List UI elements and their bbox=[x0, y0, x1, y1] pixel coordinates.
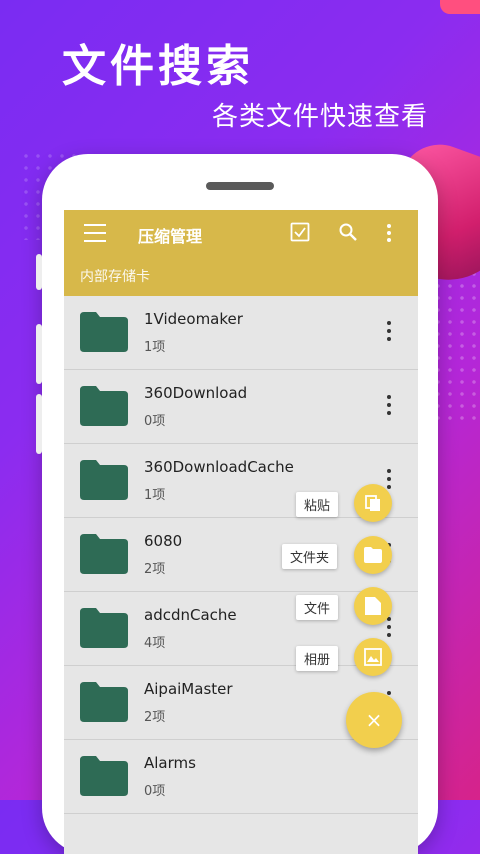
folder-icon bbox=[80, 386, 128, 426]
app-bar: 压缩管理 内部存储卡 bbox=[64, 210, 418, 296]
fab-close-button[interactable]: × bbox=[346, 692, 402, 748]
app-screen: 压缩管理 内部存储卡 1Videomaker 1项 360Download 0项… bbox=[64, 210, 418, 854]
file-name: adcdnCache bbox=[144, 606, 237, 624]
phone-frame: 压缩管理 内部存储卡 1Videomaker 1项 360Download 0项… bbox=[36, 154, 438, 854]
folder-icon bbox=[80, 534, 128, 574]
album-button[interactable] bbox=[354, 638, 392, 676]
close-icon: × bbox=[365, 708, 383, 732]
fab-label-album[interactable]: 相册 bbox=[296, 646, 339, 671]
list-item[interactable]: Alarms 0项 bbox=[64, 740, 418, 814]
decorative-ribbon-top bbox=[440, 0, 480, 14]
file-name: 6080 bbox=[144, 532, 183, 550]
phone-side-button bbox=[36, 324, 42, 384]
app-title: 压缩管理 bbox=[138, 227, 203, 246]
more-vert-icon[interactable] bbox=[384, 394, 394, 416]
file-count: 2项 bbox=[144, 562, 166, 577]
promo-headline: 文件搜索 bbox=[62, 41, 254, 92]
check-square-icon[interactable] bbox=[290, 222, 310, 242]
more-vert-icon[interactable] bbox=[382, 222, 396, 244]
file-name: 1Videomaker bbox=[144, 310, 243, 328]
paste-button[interactable] bbox=[354, 484, 392, 522]
fab-label-paste[interactable]: 粘贴 bbox=[296, 492, 339, 517]
more-vert-icon[interactable] bbox=[384, 468, 394, 490]
menu-icon[interactable] bbox=[84, 224, 106, 242]
more-vert-icon[interactable] bbox=[384, 320, 394, 342]
new-folder-button[interactable] bbox=[354, 536, 392, 574]
file-name: AipaiMaster bbox=[144, 680, 233, 698]
folder-icon bbox=[364, 547, 382, 563]
phone-side-button bbox=[36, 394, 42, 454]
search-icon[interactable] bbox=[338, 222, 358, 242]
fab-label-folder[interactable]: 文件夹 bbox=[282, 544, 338, 569]
list-item[interactable]: 1Videomaker 1项 bbox=[64, 296, 418, 370]
phone-side-button bbox=[36, 254, 42, 290]
fab-label-file[interactable]: 文件 bbox=[296, 595, 339, 620]
new-file-button[interactable] bbox=[354, 587, 392, 625]
file-icon bbox=[365, 597, 381, 615]
folder-icon bbox=[80, 682, 128, 722]
file-count: 1项 bbox=[144, 340, 166, 355]
paste-icon bbox=[365, 495, 380, 511]
file-name: Alarms bbox=[144, 754, 196, 772]
file-name: 360DownloadCache bbox=[144, 458, 294, 476]
file-name: 360Download bbox=[144, 384, 248, 402]
folder-icon bbox=[80, 312, 128, 352]
promo-subline: 各类文件快速查看 bbox=[211, 102, 428, 132]
file-count: 1项 bbox=[144, 488, 166, 503]
file-count: 0项 bbox=[144, 784, 166, 799]
file-count: 2项 bbox=[144, 710, 166, 725]
list-item[interactable]: 360Download 0项 bbox=[64, 370, 418, 444]
storage-path-label[interactable]: 内部存储卡 bbox=[80, 266, 150, 286]
folder-icon bbox=[80, 608, 128, 648]
folder-icon bbox=[80, 460, 128, 500]
phone-speaker bbox=[206, 182, 274, 190]
file-count: 0项 bbox=[144, 414, 166, 429]
folder-icon bbox=[80, 756, 128, 796]
file-count: 4项 bbox=[144, 636, 166, 651]
image-icon bbox=[364, 648, 382, 666]
